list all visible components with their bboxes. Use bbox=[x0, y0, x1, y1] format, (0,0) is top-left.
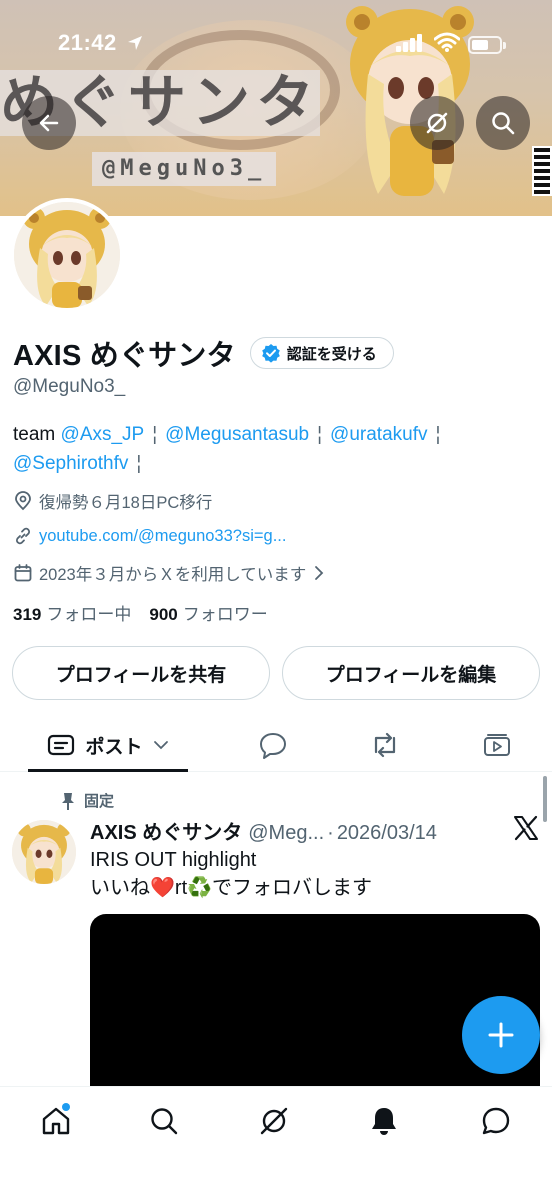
battery-icon bbox=[468, 36, 506, 54]
link-icon bbox=[16, 527, 30, 545]
bio-separator: ¦ bbox=[317, 424, 323, 445]
share-profile-button[interactable]: プロフィールを共有 bbox=[12, 646, 270, 700]
bio-separator: ¦ bbox=[152, 424, 158, 445]
tab-reposts[interactable] bbox=[358, 718, 412, 772]
get-verified-label: 認証を受ける bbox=[286, 345, 377, 363]
tab-media[interactable] bbox=[470, 718, 524, 772]
chevron-right-icon bbox=[315, 566, 324, 580]
followers-label: フォロワー bbox=[182, 605, 268, 624]
back-button[interactable] bbox=[22, 96, 76, 150]
get-verified-button[interactable]: 認証を受ける bbox=[249, 337, 394, 369]
bio-mention-megusantasub[interactable]: @Megusantasub bbox=[165, 424, 309, 445]
reply-icon bbox=[260, 733, 286, 759]
post-author-handle[interactable]: @Meg... bbox=[248, 822, 324, 845]
profile-website[interactable]: youtube.com/@meguno33?si=g... bbox=[13, 526, 286, 546]
cellular-signal-icon bbox=[396, 34, 422, 52]
bio-separator: ¦ bbox=[435, 424, 441, 445]
search-icon bbox=[151, 1108, 178, 1135]
nav-home[interactable] bbox=[36, 1101, 76, 1141]
pinned-label: 固定 bbox=[84, 793, 115, 810]
message-icon bbox=[482, 1107, 510, 1135]
profile-website-link[interactable]: youtube.com/@meguno33?si=g... bbox=[39, 527, 286, 546]
bottom-navigation bbox=[0, 1086, 552, 1200]
heart-emoji: ❤️ bbox=[150, 877, 175, 899]
profile-name-row: AXIS めぐサンタ 認証を受ける bbox=[13, 334, 394, 372]
post-header-separator: · bbox=[327, 822, 334, 844]
profile-avatar[interactable] bbox=[10, 198, 124, 312]
post-header: AXIS めぐサンタ @Meg... · 2026/03/14 bbox=[90, 816, 510, 845]
post-text-followback: でフォロバします bbox=[212, 877, 373, 899]
media-icon bbox=[484, 734, 510, 756]
bio-prefix: team bbox=[13, 424, 56, 445]
bio-mention-axs-jp[interactable]: @Axs_JP bbox=[61, 424, 145, 445]
status-bar: 21:42 bbox=[0, 0, 552, 90]
posts-icon bbox=[48, 734, 75, 756]
post-text-line1: IRIS OUT highlight bbox=[90, 849, 257, 871]
banner-handle-text: @MeguNo3_ bbox=[92, 152, 277, 186]
tab-active-indicator bbox=[28, 769, 188, 772]
home-notification-dot bbox=[62, 1103, 70, 1111]
search-icon bbox=[492, 112, 515, 135]
repost-icon bbox=[374, 732, 396, 758]
profile-handle: @MeguNo3_ bbox=[13, 376, 126, 397]
post-author-name[interactable]: AXIS めぐサンタ bbox=[90, 816, 242, 845]
x-logo-icon bbox=[514, 815, 538, 841]
nav-search[interactable] bbox=[144, 1101, 184, 1141]
followers-link[interactable]: 900 フォロワー bbox=[149, 600, 267, 625]
recycle-emoji: ♻️ bbox=[187, 877, 213, 899]
verified-badge-icon bbox=[261, 344, 280, 363]
wifi-icon bbox=[434, 32, 460, 52]
post-text-likes: いいね bbox=[90, 877, 150, 899]
post-author-avatar[interactable] bbox=[12, 820, 76, 884]
chevron-down-icon bbox=[153, 741, 168, 750]
bio-mention-sephirothfv[interactable]: @Sephirothfv bbox=[13, 453, 128, 474]
profile-joined[interactable]: 2023年３月からＸを利用しています bbox=[13, 561, 326, 585]
profile-location-text: 復帰勢６月18日PC移行 bbox=[39, 494, 213, 512]
profile-location: 復帰勢６月18日PC移行 bbox=[13, 489, 212, 513]
following-count: 319 bbox=[13, 605, 42, 624]
grok-icon bbox=[260, 1107, 288, 1135]
grok-icon bbox=[426, 112, 448, 134]
banner-qr-code bbox=[532, 146, 552, 196]
post-avatar-illustration bbox=[12, 820, 76, 884]
avatar-illustration bbox=[14, 202, 120, 308]
profile-tabs: ポスト bbox=[0, 718, 552, 772]
edit-profile-button[interactable]: プロフィールを編集 bbox=[282, 646, 540, 700]
profile-bio: team @Axs_JP ¦ @Megusantasub ¦ @uratakufv ¦ @S… bbox=[13, 420, 533, 478]
location-arrow-icon bbox=[128, 36, 142, 50]
grok-button[interactable] bbox=[410, 96, 464, 150]
profile-display-name: AXIS めぐサンタ bbox=[13, 340, 236, 372]
nav-notifications[interactable] bbox=[364, 1101, 404, 1141]
scrollbar-thumb[interactable] bbox=[543, 776, 547, 822]
profile-joined-text: 2023年３月からＸを利用しています bbox=[39, 566, 307, 584]
nav-grok[interactable] bbox=[254, 1101, 294, 1141]
compose-post-button[interactable] bbox=[462, 996, 540, 1074]
post-body: IRIS OUT highlight いいね❤️rt♻️でフォロバします bbox=[90, 846, 530, 902]
arrow-left-icon bbox=[39, 114, 59, 132]
nav-messages[interactable] bbox=[476, 1101, 516, 1141]
location-pin-icon bbox=[15, 491, 31, 511]
tab-posts-label: ポスト bbox=[85, 736, 143, 758]
calendar-icon bbox=[14, 564, 32, 582]
bio-mention-uratakufv[interactable]: @uratakufv bbox=[330, 424, 427, 445]
bell-icon bbox=[372, 1108, 396, 1135]
search-button[interactable] bbox=[476, 96, 530, 150]
following-label: フォロー中 bbox=[46, 605, 132, 624]
post-text-line2: いいね❤️rt♻️でフォロバします bbox=[90, 874, 530, 902]
pin-icon bbox=[62, 792, 74, 810]
status-time: 21:42 bbox=[58, 30, 117, 55]
pinned-indicator: 固定 bbox=[60, 790, 114, 811]
bio-separator: ¦ bbox=[136, 453, 142, 474]
followers-count: 900 bbox=[149, 605, 178, 624]
post-date[interactable]: 2026/03/14 bbox=[337, 822, 437, 845]
tab-posts[interactable]: ポスト bbox=[28, 718, 188, 772]
tab-replies[interactable] bbox=[246, 718, 300, 772]
plus-icon bbox=[488, 1022, 514, 1048]
post-text-rt: rt bbox=[174, 877, 188, 899]
follow-stats: 319 フォロー中 900 フォロワー bbox=[13, 600, 268, 625]
following-link[interactable]: 319 フォロー中 bbox=[13, 600, 131, 625]
